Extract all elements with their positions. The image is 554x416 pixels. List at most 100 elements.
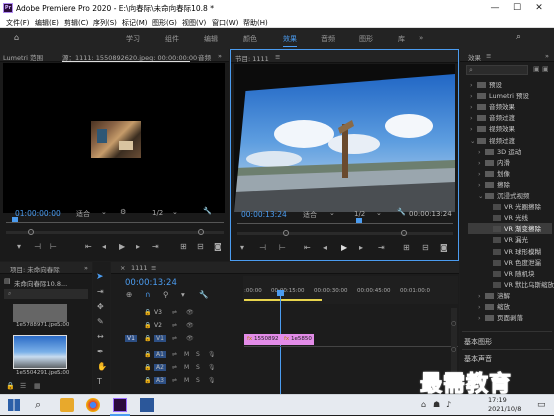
work-area-bar[interactable]: [244, 299, 322, 301]
ripple-edit-tool-icon[interactable]: ✥: [97, 302, 104, 311]
timeline-playhead-handle[interactable]: [277, 290, 284, 296]
insert-icon[interactable]: ⊞: [180, 243, 187, 251]
chevron-right-icon[interactable]: ›: [478, 303, 485, 311]
source-playhead[interactable]: [12, 217, 18, 222]
play-icon[interactable]: ▶: [341, 244, 347, 252]
effect-folder[interactable]: › 缩放: [468, 301, 552, 312]
accelerated-effects-icon[interactable]: ▣: [533, 65, 540, 73]
tabs-more[interactable]: »: [84, 264, 88, 272]
track-label[interactable]: A3: [154, 377, 166, 384]
effect-item[interactable]: VR 默比乌斯缩放: [468, 279, 554, 290]
program-viewer[interactable]: [234, 64, 455, 212]
menu-sequence[interactable]: 序列(S): [93, 18, 117, 28]
source-zoom-scrollbar[interactable]: [6, 231, 224, 234]
chevron-down-icon[interactable]: ⌄: [329, 209, 335, 217]
lock-icon[interactable]: 🔒: [144, 377, 151, 384]
file-explorer-icon[interactable]: [60, 398, 74, 412]
track-label[interactable]: A2: [154, 364, 166, 371]
effect-folder[interactable]: › 音频效果: [468, 101, 552, 112]
mark-out-icon[interactable]: ⊣: [34, 243, 41, 251]
solo-button[interactable]: S: [196, 364, 200, 371]
effect-folder[interactable]: › 内滑: [468, 157, 552, 168]
effects-search-input[interactable]: ⌕: [466, 65, 528, 75]
chevron-down-icon[interactable]: ⌄: [172, 208, 178, 216]
mute-button[interactable]: M: [184, 377, 189, 384]
icon-view-icon[interactable]: ▦: [34, 382, 41, 390]
overwrite-icon[interactable]: ⊟: [197, 243, 204, 251]
effect-folder[interactable]: › 页面剥落: [468, 312, 552, 323]
nest-icon[interactable]: ⊕: [126, 290, 132, 299]
mute-button[interactable]: M: [184, 351, 189, 358]
minimize-button[interactable]: —: [486, 1, 504, 15]
voiceover-icon[interactable]: 🎙: [208, 364, 216, 371]
type-tool-icon[interactable]: T: [97, 377, 102, 386]
workspace-editing[interactable]: 编辑: [204, 34, 218, 44]
menu-marker[interactable]: 标记(M): [122, 18, 148, 28]
effect-item[interactable]: VR 光圈擦除: [468, 201, 552, 212]
search-icon[interactable]: ⌕: [516, 32, 521, 42]
source-viewer[interactable]: [3, 63, 225, 213]
wrench-icon[interactable]: 🔧: [203, 207, 212, 215]
program-time-ruler[interactable]: [237, 223, 453, 224]
menu-edit[interactable]: 编辑(E): [35, 18, 59, 28]
program-fit-select[interactable]: 适合: [303, 210, 317, 220]
tab-lumetri-scopes[interactable]: Lumetri 范围: [3, 52, 43, 62]
go-to-in-icon[interactable]: ⇤: [304, 244, 311, 252]
effect-item[interactable]: VR 球形模糊: [468, 246, 552, 257]
go-to-out-icon[interactable]: ⇥: [378, 244, 385, 252]
chevron-down-icon[interactable]: ⌄: [478, 192, 485, 200]
effect-folder[interactable]: › 视频效果: [468, 123, 552, 134]
list-view-icon[interactable]: ☰: [20, 382, 26, 390]
tab-audio-clip-mixer[interactable]: 音频: [198, 52, 211, 62]
timeline-settings-icon[interactable]: 🔧: [199, 290, 208, 299]
effect-item[interactable]: VR 光线: [468, 212, 552, 223]
track-label[interactable]: A1: [154, 351, 166, 358]
solo-button[interactable]: S: [196, 377, 200, 384]
extract-icon[interactable]: ⊟: [422, 244, 429, 252]
effect-item[interactable]: VR 渐变擦除: [468, 223, 552, 235]
effect-item[interactable]: VR 随机块: [468, 268, 552, 279]
network-icon[interactable]: ⌂: [421, 400, 426, 409]
lock-icon[interactable]: 🔒: [144, 351, 151, 358]
tab-sequence[interactable]: 1111: [131, 264, 148, 272]
tray-icon[interactable]: ☗: [433, 400, 440, 409]
chevron-down-icon[interactable]: ⌄: [470, 137, 477, 145]
program-zoom-handle[interactable]: [283, 230, 289, 236]
mark-clip-icon[interactable]: ⊢: [279, 244, 286, 252]
lift-icon[interactable]: ⊞: [403, 244, 410, 252]
chevron-down-icon[interactable]: ⌄: [376, 209, 382, 217]
go-to-out-icon[interactable]: ⇥: [152, 243, 159, 251]
toggle-output-icon[interactable]: 👁: [186, 322, 194, 329]
selection-tool-icon[interactable]: ➤: [96, 272, 104, 282]
step-forward-icon[interactable]: ▸: [359, 244, 363, 252]
track-select-tool-icon[interactable]: ⇥: [97, 287, 104, 296]
mark-in-icon[interactable]: ▾: [240, 244, 244, 252]
sync-lock-icon[interactable]: ⇌: [172, 335, 177, 342]
track-header[interactable]: 🔒 A1 ⇌ M S 🎙: [120, 350, 243, 362]
effect-folder[interactable]: ⌄ 沉浸式视频: [468, 190, 552, 201]
track-header[interactable]: 🔒 V2 ⇌ 👁: [120, 321, 243, 333]
effect-folder[interactable]: › Lumetri 预设: [468, 90, 552, 101]
source-fit-select[interactable]: 适合: [76, 209, 90, 219]
chevron-down-icon[interactable]: ⌄: [101, 208, 107, 216]
project-search-input[interactable]: ⌕: [4, 289, 88, 299]
lock-icon[interactable]: 🔒: [144, 335, 151, 342]
add-marker-icon[interactable]: ▾: [181, 290, 185, 299]
home-icon[interactable]: ⌂: [14, 34, 19, 42]
chevron-right-icon[interactable]: ›: [470, 125, 477, 133]
sync-lock-icon[interactable]: ⇌: [172, 364, 177, 371]
track-header[interactable]: 🔒 V3 ⇌ 👁: [120, 308, 243, 320]
voiceover-icon[interactable]: 🎙: [208, 377, 216, 384]
menu-view[interactable]: 视图(V): [182, 18, 206, 28]
snap-icon[interactable]: ∩: [145, 290, 151, 299]
lock-icon[interactable]: 🔒: [144, 364, 151, 371]
linked-selection-icon[interactable]: ⚲: [163, 290, 169, 299]
settings-icon[interactable]: ⚙: [120, 208, 126, 216]
sync-lock-icon[interactable]: ⇌: [172, 351, 177, 358]
program-playhead[interactable]: [356, 218, 362, 223]
lock-icon[interactable]: 🔒: [6, 382, 15, 390]
effects-menu-icon[interactable]: ≡: [486, 52, 491, 60]
menu-window[interactable]: 窗口(W): [212, 18, 238, 28]
track-label[interactable]: V1: [154, 335, 166, 342]
menu-file[interactable]: 文件(F): [6, 18, 30, 28]
